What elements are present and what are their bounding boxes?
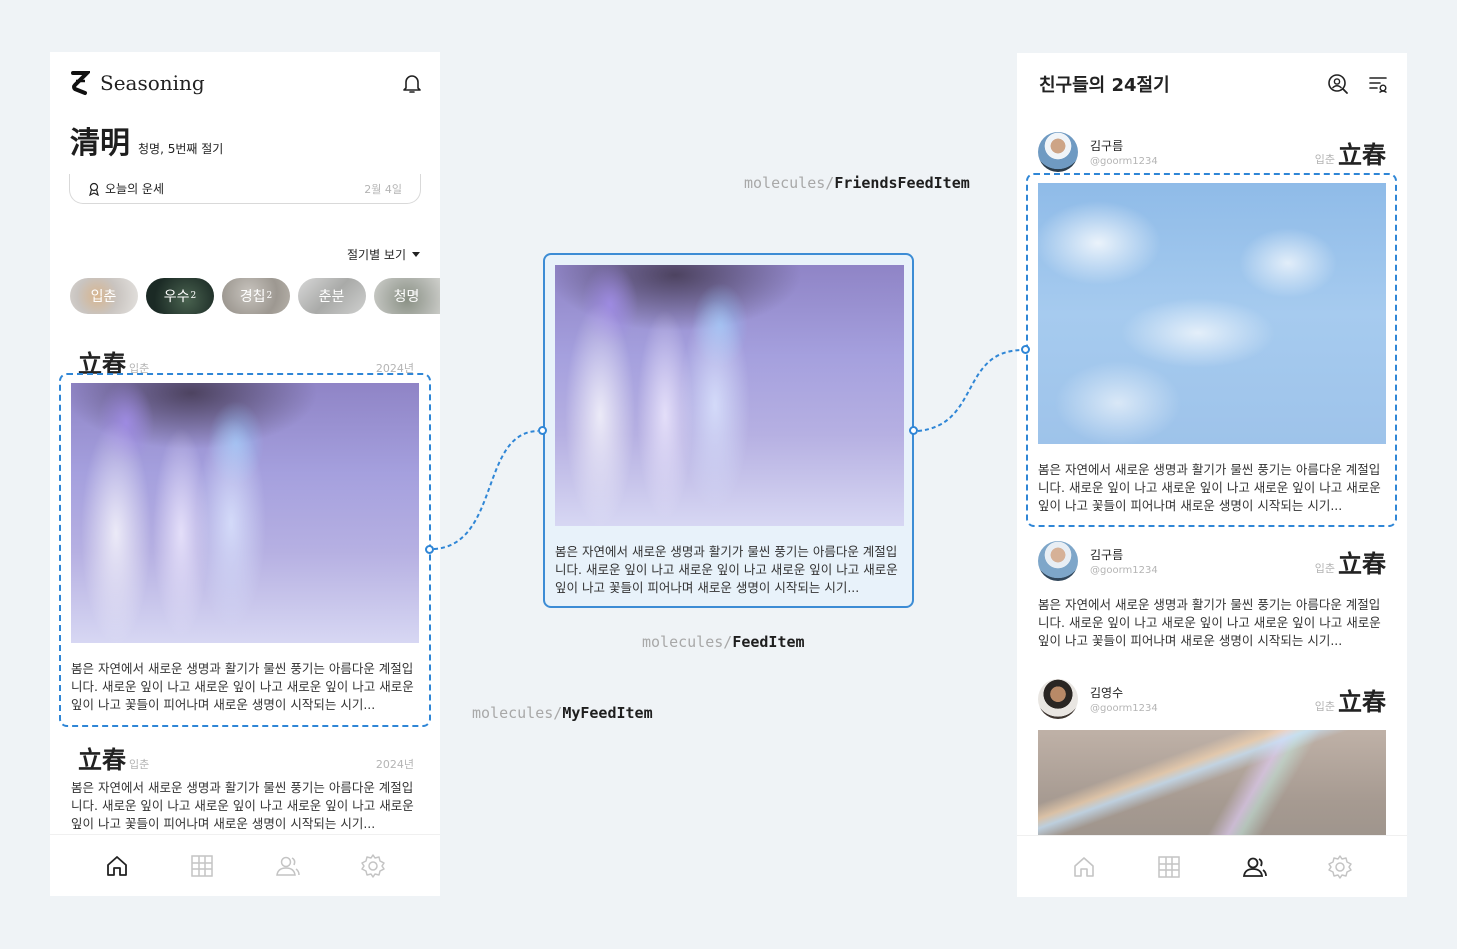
feed-season-korean: 입춘 — [129, 758, 150, 771]
feed-text: 봄은 자연에서 새로운 생명과 활기가 물씬 풍기는 아름다운 계절입니다. 새… — [555, 544, 898, 595]
season-view-label: 절기별 보기 — [346, 248, 406, 262]
home-icon[interactable] — [104, 853, 130, 879]
season-subtitle: 청명, 5번째 절기 — [138, 142, 224, 156]
season-view-dropdown[interactable]: 절기별 보기 — [347, 246, 420, 263]
avatar[interactable] — [1038, 541, 1078, 581]
friend-header: 김구름 @goorm1234 입춘 立春 — [1038, 131, 1386, 173]
season-chip[interactable]: 입춘 — [70, 278, 138, 314]
fortune-button[interactable]: 오늘의 운세 2월 4일 — [69, 174, 421, 204]
feed-season-hanja: 立春 — [78, 745, 126, 774]
chip-label: 입춘 — [90, 289, 117, 305]
friend-user: 김영수 @goorm1234 — [1090, 684, 1158, 714]
connector-anchor — [1021, 345, 1030, 354]
friends-feed-item[interactable]: 김구름 @goorm1234 입춘 立春 봄은 자연에서 새로운 생명과 활기가… — [1038, 540, 1386, 650]
seasoning-logo-icon — [71, 71, 90, 95]
avatar[interactable] — [1038, 679, 1078, 719]
label-prefix: molecules/ — [472, 704, 563, 722]
friend-id: @goorm1234 — [1090, 703, 1158, 714]
season-chip-list: 입춘 우수 2 경칩 2 춘분 청명 — [70, 278, 440, 314]
avatar[interactable] — [1038, 132, 1078, 172]
friends-icon[interactable] — [275, 853, 301, 879]
bell-icon[interactable] — [402, 72, 422, 94]
season-hanja: 立春 — [1338, 686, 1386, 716]
settings-icon[interactable] — [360, 853, 386, 879]
friend-user: 김구름 @goorm1234 — [1090, 137, 1158, 167]
label-prefix: molecules/ — [642, 633, 733, 651]
feed-text[interactable]: 봄은 자연에서 새로운 생명과 활기가 물씬 풍기는 아름다운 계절입니다. 새… — [71, 779, 419, 833]
feed-season-header: 立春 입춘 2024년 — [78, 740, 414, 775]
season-chip[interactable]: 춘분 — [298, 278, 366, 314]
current-season-title: 清明 청명, 5번째 절기 — [70, 118, 223, 162]
friend-name: 김구름 — [1090, 548, 1124, 562]
feed-image — [1038, 730, 1386, 850]
chip-label: 춘분 — [318, 289, 345, 305]
label-name: FriendsFeedItem — [834, 174, 970, 192]
fortune-date: 2월 4일 — [364, 182, 402, 196]
feed-image — [555, 265, 904, 526]
season-chip[interactable]: 우수 2 — [146, 278, 214, 314]
friend-name: 김구름 — [1090, 139, 1124, 153]
brand-name: Seasoning — [100, 71, 205, 95]
filter-list-icon[interactable] — [1367, 73, 1389, 95]
connector-anchor — [909, 426, 918, 435]
feed-year: 2024년 — [375, 758, 414, 771]
season-hanja: 清明 — [70, 126, 130, 161]
connector-anchor — [538, 426, 547, 435]
friends-feed-item-highlight — [1026, 173, 1397, 527]
brand[interactable]: Seasoning — [70, 70, 205, 96]
friends-icon[interactable] — [1242, 854, 1268, 880]
settings-icon[interactable] — [1327, 854, 1353, 880]
feed-item-component[interactable]: 봄은 자연에서 새로운 생명과 활기가 물씬 풍기는 아름다운 계절입니다. 새… — [543, 253, 914, 608]
page-title: 친구들의 24절기 — [1039, 75, 1170, 96]
friend-season: 입춘 立春 — [1315, 135, 1386, 170]
home-icon[interactable] — [1071, 854, 1097, 880]
chip-label: 우수 — [163, 289, 190, 305]
friend-id: @goorm1234 — [1090, 565, 1158, 576]
friend-id: @goorm1234 — [1090, 156, 1158, 167]
bottom-nav — [1017, 835, 1407, 897]
chip-label: 청명 — [393, 289, 420, 305]
friends-feed-item[interactable]: 김영수 @goorm1234 입춘 立春 — [1038, 678, 1386, 850]
label-name: FeedItem — [732, 633, 805, 651]
season-hanja: 立春 — [1338, 139, 1386, 169]
season-korean: 입춘 — [1314, 152, 1335, 166]
friend-user: 김구름 @goorm1234 — [1090, 546, 1158, 576]
season-korean: 입춘 — [1314, 699, 1335, 713]
fortune-label: 오늘의 운세 — [105, 182, 165, 196]
friend-season: 입춘 立春 — [1315, 544, 1386, 579]
chip-label: 경칩 — [239, 289, 266, 305]
caret-down-icon — [412, 252, 420, 257]
friend-header: 김영수 @goorm1234 입춘 立春 — [1038, 678, 1386, 720]
season-korean: 입춘 — [1314, 561, 1335, 575]
grid-icon[interactable] — [189, 853, 215, 879]
season-hanja: 立春 — [1338, 548, 1386, 578]
season-chip[interactable]: 청명 — [374, 278, 440, 314]
label-name: MyFeedItem — [562, 704, 653, 722]
search-user-icon[interactable] — [1327, 73, 1349, 95]
feed-text: 봄은 자연에서 새로운 생명과 활기가 물씬 풍기는 아름다운 계절입니다. 새… — [1038, 597, 1381, 648]
connector-anchor — [425, 545, 434, 554]
fortune-icon — [89, 182, 99, 196]
chip-count: 2 — [266, 291, 273, 301]
my-feed-item-label: molecules/MyFeedItem — [472, 704, 653, 722]
grid-icon[interactable] — [1156, 854, 1182, 880]
label-prefix: molecules/ — [744, 174, 835, 192]
friend-name: 김영수 — [1090, 686, 1124, 700]
feed-item-label: molecules/FeedItem — [642, 633, 805, 651]
friend-season: 입춘 立春 — [1315, 682, 1386, 717]
season-chip[interactable]: 경칩 2 — [222, 278, 290, 314]
my-feed-item-highlight — [59, 373, 431, 727]
bottom-nav — [50, 834, 440, 896]
header-actions — [1327, 73, 1389, 95]
friends-feed-item-label: molecules/FriendsFeedItem — [744, 174, 970, 192]
friend-header: 김구름 @goorm1234 입춘 立春 — [1038, 540, 1386, 582]
chip-count: 2 — [190, 291, 197, 301]
